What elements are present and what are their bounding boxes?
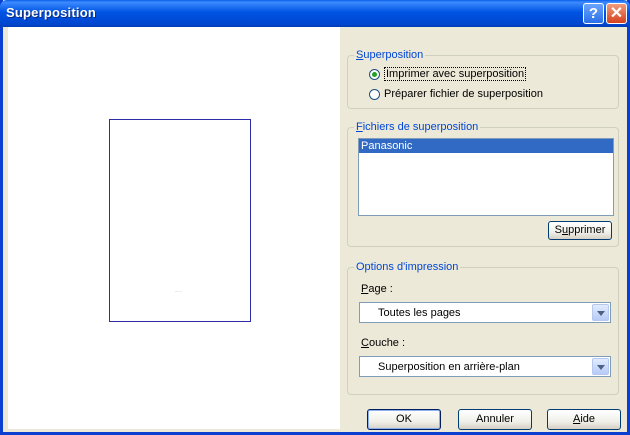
radio-imprimer-avec-superposition[interactable]: Imprimer avec superposition — [369, 67, 527, 81]
list-item[interactable]: Panasonic — [359, 139, 613, 153]
radio-selected-icon — [369, 68, 380, 80]
page-preview-mark: ...... — [175, 288, 182, 293]
couche-select[interactable]: Superposition en arrière-plan — [359, 356, 611, 377]
radio-label: Imprimer avec superposition — [384, 67, 527, 81]
page-label: Page : — [361, 283, 393, 295]
superposition-dialog: Superposition ? ✕ ...... Superposition I… — [0, 0, 630, 435]
overlay-file-list[interactable]: Panasonic — [358, 138, 614, 216]
radio-unselected-icon — [369, 88, 380, 100]
page-select[interactable]: Toutes les pages — [359, 302, 611, 323]
window-title: Superposition — [6, 5, 96, 20]
preview-pane: ...... — [8, 27, 340, 429]
page-select-value: Toutes les pages — [378, 307, 461, 319]
superposition-group: Superposition — [347, 49, 619, 109]
help-icon[interactable]: ? — [583, 3, 604, 24]
chevron-down-icon[interactable] — [592, 358, 609, 375]
couche-select-value: Superposition en arrière-plan — [378, 361, 520, 373]
annuler-button[interactable]: Annuler — [458, 409, 532, 430]
options-legend: Options d'impression — [354, 261, 461, 273]
page-preview: ...... — [109, 119, 251, 322]
ok-button[interactable]: OK — [367, 409, 441, 430]
chevron-down-icon[interactable] — [592, 304, 609, 321]
aide-button[interactable]: Aide — [547, 409, 621, 430]
close-icon[interactable]: ✕ — [606, 3, 627, 24]
title-bar[interactable]: Superposition ? ✕ — [0, 0, 630, 27]
fichiers-legend: Fichiers de superposition — [354, 121, 481, 133]
superposition-legend: Superposition — [354, 49, 426, 61]
radio-label: Préparer fichier de superposition — [384, 88, 543, 100]
couche-label: Couche : — [361, 337, 406, 349]
supprimer-button[interactable]: Supprimer — [548, 221, 612, 240]
radio-preparer-fichier[interactable]: Préparer fichier de superposition — [369, 88, 543, 100]
